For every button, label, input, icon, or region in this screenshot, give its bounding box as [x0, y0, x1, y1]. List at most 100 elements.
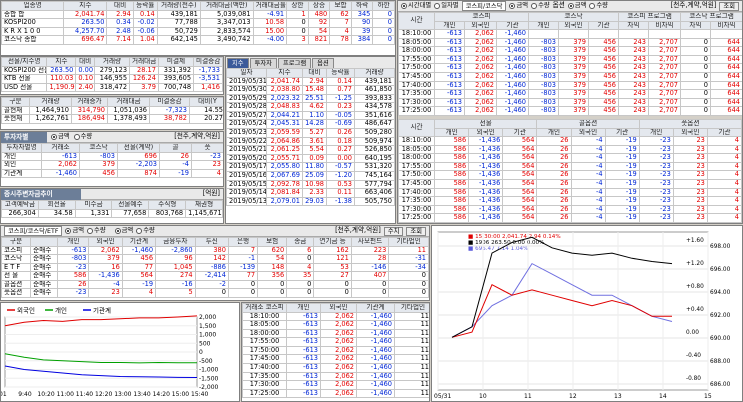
table-row[interactable]: 2019/05/29 2,023.32 25.51 -1.25 393,833	[226, 93, 395, 104]
table-row[interactable]: E T F 순매수 -23 16 77 1,045 -886 -139 148 4 53 -146 -3…	[1, 262, 429, 273]
tab-0[interactable]: 지수	[227, 58, 249, 68]
detail-amount-radio[interactable]: 금액	[65, 227, 84, 234]
detail-query-button[interactable]: 조회	[406, 226, 426, 236]
table-row[interactable]: 기관계 -1,460 456 874 -19 4	[1, 168, 223, 179]
column-header: 비차익	[710, 20, 742, 31]
investor-amount-radio[interactable]: 금액	[51, 133, 70, 140]
table-row[interactable]: 17:40:00 -613 2,062 -1,460 -803 379 456 243 2,70…	[398, 80, 742, 91]
table-row[interactable]: 2019/05/22 2,064.86 3.61 0.18 509,974	[226, 136, 395, 147]
table-row[interactable]: 18:05:00 586 -1,436 564 26 -4 -19 -23 23 4	[398, 144, 742, 155]
table-row[interactable]: 코스닥 순매수 -803 379 456 96 142 -1 54 0 121 28 -31	[1, 254, 429, 264]
table-row[interactable]: 2019/05/27 2,044.21 1.10 -0.05 351,616	[226, 110, 395, 121]
qty-radio[interactable]: 수량	[531, 2, 550, 9]
option-amount-radio[interactable]: 금액	[567, 2, 586, 9]
time-radio[interactable]: 시간대별	[401, 2, 431, 9]
table-row[interactable]: 18:00:00 -613 2,062 -1,460 -803 379 456 243 2,70…	[398, 46, 742, 56]
table-row[interactable]: 2019/05/15 2,092.78 10.98 0.53 577,794	[226, 179, 395, 190]
tab-3[interactable]: 옵션	[312, 58, 334, 68]
table-row[interactable]: 18:05:00 -613 2,062 -1,460 -803 379 456 243 2,70…	[398, 37, 742, 48]
market-select[interactable]: 코스피/코스닥	[461, 1, 507, 11]
table-row[interactable]: 18:00:00 -613 2,062 -1,460 11	[242, 328, 429, 339]
amount-radio[interactable]: 금액	[509, 2, 528, 9]
table-row[interactable]: 17:25:00 586 -1,436 564 26 -4 -19 -23 23 4	[398, 213, 742, 223]
investor-qty-radio[interactable]: 수량	[73, 133, 92, 140]
table-row[interactable]: 18:05:00 -613 2,062 -1,460 11	[242, 320, 429, 330]
table-cell: 2019/05/21	[226, 145, 267, 155]
table-row[interactable]: 17:30:00 -613 2,062 -1,460 11	[242, 380, 429, 390]
table-row[interactable]: 18:10:00 586 -1,436 564 26 -4 -19 -23 23 4	[398, 136, 742, 146]
query-button[interactable]: 조회	[719, 1, 739, 11]
x-tick-label: 14	[659, 393, 667, 400]
table-row[interactable]: 2019/05/31 2,041.74 2.94 0.14 439,181	[226, 76, 395, 87]
table-cell: 1,051,036	[107, 105, 150, 116]
table-row[interactable]: 17:55:00 586 -1,436 564 26 -4 -19 -23 23 4	[398, 161, 742, 172]
table-row[interactable]: 콜현재 1,464,910 314,790 1,051,036 -7,323 14.55	[1, 105, 223, 116]
table-row[interactable]: 17:30:00 -613 2,062 -1,460 -803 379 456 243 2,70…	[398, 97, 742, 108]
detail-market-select[interactable]: 코스피/코스닥/ETF	[4, 226, 63, 236]
table-row[interactable]: 개인 -613 -803 696 26 -23	[1, 151, 223, 162]
detail-amount2-radio[interactable]: 금액	[114, 227, 133, 234]
table-row[interactable]: 코스닥 종합 696.47 7.14 1.04 642,145 3,490,742 -4.0…	[1, 35, 395, 45]
table-row[interactable]: 17:45:00 -613 2,062 -1,460 11	[242, 354, 429, 365]
table-row[interactable]: 18:10:00 -613 2,062 -1,460	[398, 29, 742, 39]
table-row[interactable]: USD 선물1,190.902.40318,4723.79700,7481,41…	[1, 82, 223, 93]
table-row[interactable]: 2019/05/17 2,055.80 11.80 -0.57 531,320	[226, 162, 395, 172]
table-cell: 17:25:00	[398, 213, 436, 223]
table-row[interactable]: 17:35:00 586 -1,436 564 26 -4 -19 -23 23 4	[398, 196, 742, 206]
table-row[interactable]: 2019/05/20 2,055.71 0.09 0.00 640,195	[226, 153, 395, 164]
table-row[interactable]: 17:40:00 -613 2,062 -1,460 11	[242, 363, 429, 373]
table-row[interactable]: 콜옵션 순매수 26 -4 -19 -16 -2 0 0 0 0 0 0	[1, 279, 429, 290]
table-row[interactable]: 2019/05/24 2,045.31 14.28 -0.69 486,647	[226, 119, 395, 130]
table-row[interactable]: 17:55:00 -613 2,062 -1,460 11	[242, 337, 429, 347]
table-row[interactable]: 17:40:00 586 -1,436 564 26 -4 -19 -23 23 4	[398, 187, 742, 198]
table-row[interactable]: K R X 1 0 0 4,257.70 2.48 -0.06 50,729 2,833,…	[1, 26, 395, 37]
table-cell: -1,436	[468, 213, 504, 223]
table-row[interactable]: 풋현재 1,262,761 186,494 1,378,493 38,782 20.27	[1, 114, 223, 124]
table-row[interactable]: 17:35:00 -613 2,062 -1,460 -803 379 456 243 2,70…	[398, 89, 742, 99]
tab-1[interactable]: 투자자	[249, 58, 277, 68]
table-cell: 564	[502, 187, 538, 198]
table-cell: 243	[618, 89, 649, 99]
group-header: 코스닥	[528, 12, 619, 22]
table-row[interactable]: 2019/05/13 2,079.01 29.03 -1.38 505,750	[226, 196, 395, 207]
table-row[interactable]: 2019/05/23 2,059.59 5.27 0.26 509,280	[226, 128, 395, 138]
table-row[interactable]: 2019/05/28 2,048.83 4.62 0.23 434,578	[226, 102, 395, 112]
table-row[interactable]: 17:45:00 -613 2,062 -1,460 -803 379 456 243 2,70…	[398, 72, 742, 82]
table-row[interactable]: 2019/05/14 2,081.84 2.33 0.11 663,406	[226, 188, 395, 198]
table-row[interactable]: KTB 선물 110.03 0.10 146,955 126.24 393,605 -3,5…	[1, 74, 223, 84]
table-row[interactable]: 풋옵션 순매수 -23 23 4 5 0 0 0 0 0 0 0	[1, 288, 429, 299]
table-cell: -1,436	[88, 271, 123, 281]
value-button[interactable]: 수치	[383, 226, 404, 236]
table-row[interactable]: 코스피 순매수 -613 2,062 -1,460 -2,860 380 7 620 6 162 22…	[1, 245, 429, 256]
table-row[interactable]: 외인 2,062 379 -2,203 -4 23	[1, 160, 223, 170]
table-cell: -0.57	[326, 162, 355, 172]
column-header: 기관	[502, 127, 538, 138]
tab-2[interactable]: 프로그램	[277, 58, 312, 68]
table-row[interactable]: 18:00:00 586 -1,436 564 26 -4 -19 -23 23 4	[398, 153, 742, 163]
table-cell: 821	[307, 35, 331, 45]
table-row[interactable]: 2019/05/30 2,038.80 15.48 0.77 461,850	[226, 85, 395, 95]
detail-qty2-radio[interactable]: 수량	[136, 227, 155, 234]
date-radio[interactable]: 일자별	[434, 2, 459, 9]
table-cell: 379	[88, 254, 123, 264]
option-qty-radio[interactable]: 수량	[589, 2, 608, 9]
table-row[interactable]: 17:55:00 -613 2,062 -1,460 -803 379 456 243 2,70…	[398, 54, 742, 65]
table-row[interactable]: 2019/05/16 2,067.69 25.09 -1.20 745,164	[226, 170, 395, 181]
table-row[interactable]: 17:50:00 -613 2,062 -1,460 -803 379 456 243 2,70…	[398, 63, 742, 74]
table-row[interactable]: 17:35:00 -613 2,062 -1,460 11	[242, 371, 429, 382]
table-row[interactable]: KOSPI200 선물 263.50 0.00 279,123 28.17 331,392…	[1, 65, 223, 76]
table-row[interactable]: 17:45:00 586 -1,436 564 26 -4 -19 -23 23 4	[398, 179, 742, 189]
table-row[interactable]: KOSPI200 263.50 0.34 -0.02 77,788 3,347,013 10…	[1, 18, 395, 28]
table-row[interactable]: 선 물 순매수 586 -1,436 564 274 -2,414 77 356 35 27 407 0	[1, 271, 429, 281]
y2-tick-label: +0.80	[686, 284, 704, 290]
table-row[interactable]: 18:10:00 -613 2,062 -1,460 11	[242, 311, 429, 322]
table-cell: -613	[434, 46, 465, 56]
table-row[interactable]: 17:25:00 -613 2,062 -1,460 11	[242, 388, 429, 399]
table-row[interactable]: 2019/05/21 2,061.25 5.54 0.27 526,850	[226, 145, 395, 155]
table-row[interactable]: 17:30:00 586 -1,436 564 26 -4 -19 -23 23 4	[398, 204, 742, 215]
table-row[interactable]: 종합 합 2,041.74 2.94 0.14 439,181 5,039,081 -4.9…	[1, 9, 395, 20]
table-row[interactable]: 17:25:00 -613 2,062 -1,460 -803 379 456 243 2,70…	[398, 106, 742, 116]
table-row[interactable]: 17:50:00 586 -1,436 564 26 -4 -19 -23 23 4	[398, 170, 742, 180]
table-row[interactable]: 17:50:00 -613 2,062 -1,460 11	[242, 345, 429, 356]
detail-qty-radio[interactable]: 수량	[87, 227, 106, 234]
